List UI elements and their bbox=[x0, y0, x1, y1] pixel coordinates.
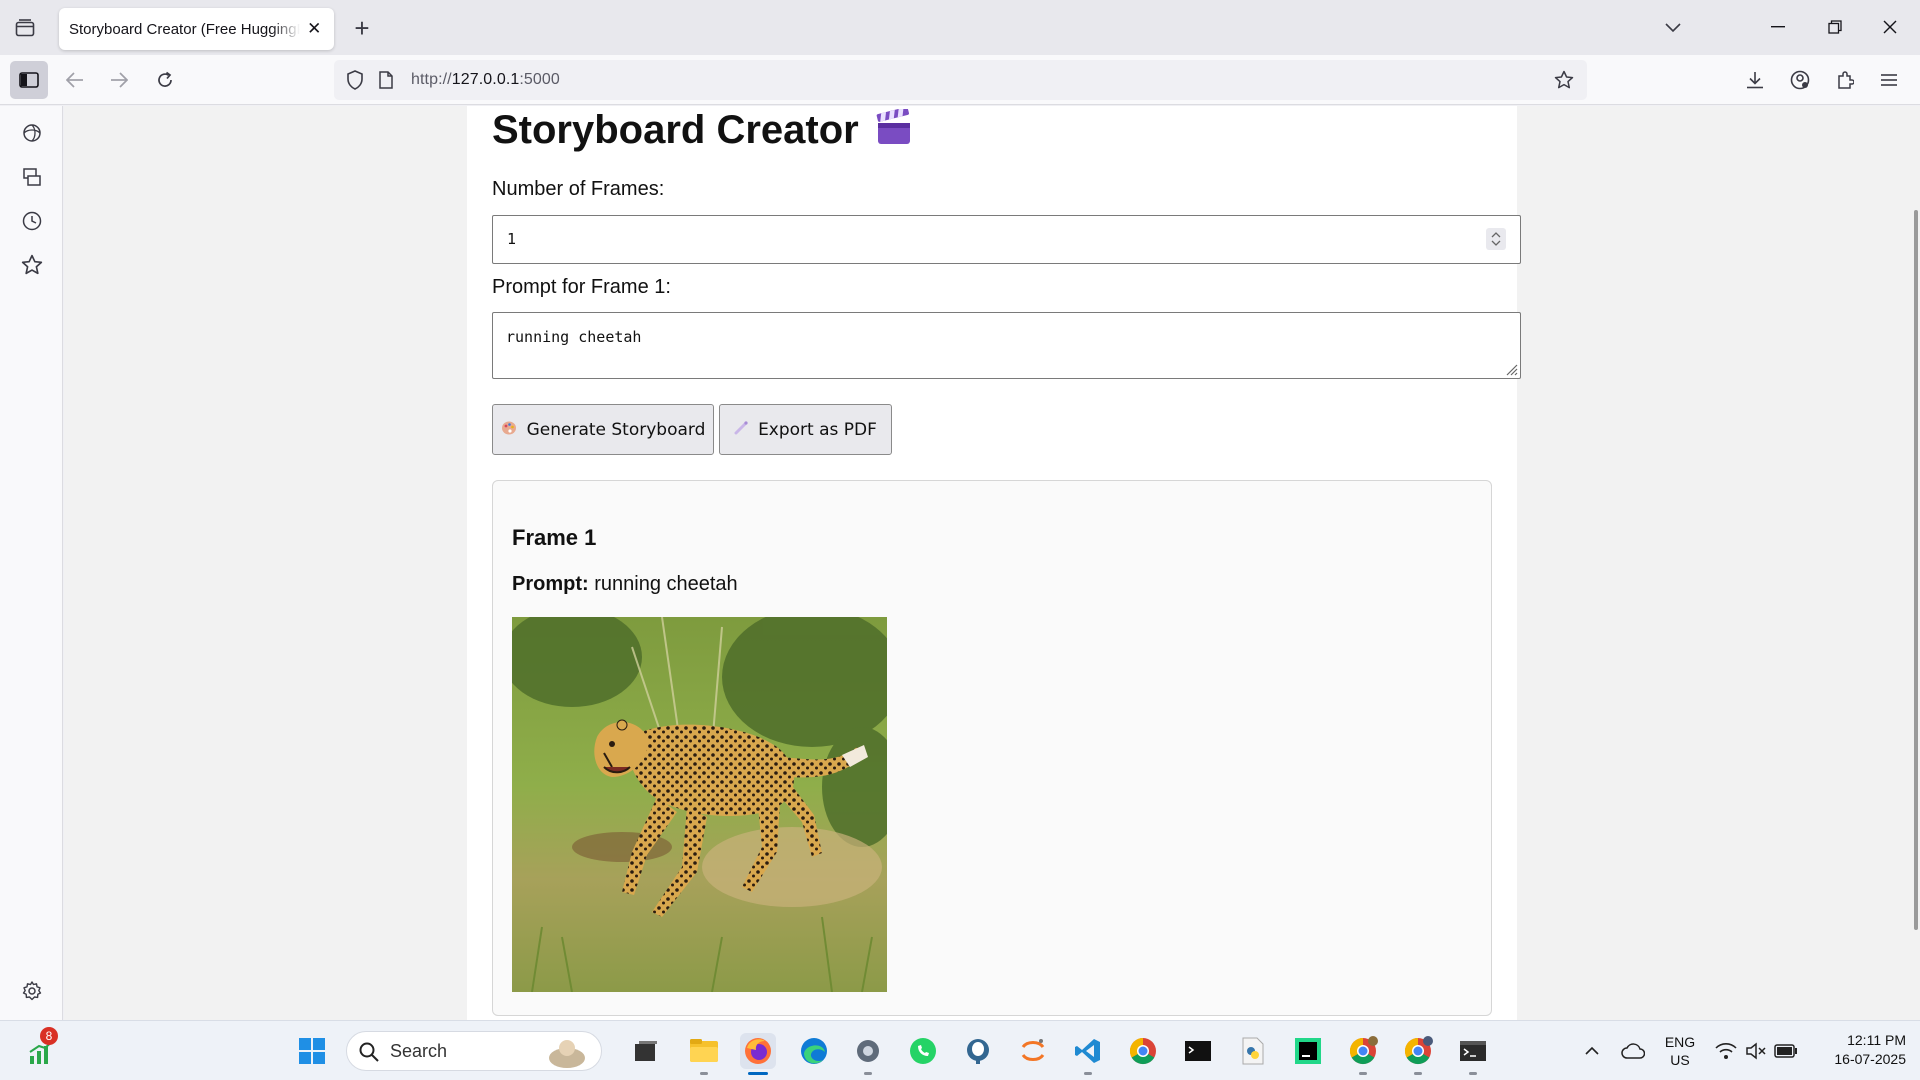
frames-count-input[interactable]: 1 bbox=[492, 215, 1521, 264]
firefox-view-icon[interactable] bbox=[10, 15, 40, 41]
notification-badge: 8 bbox=[40, 1027, 58, 1045]
prompt-label: Prompt for Frame 1: bbox=[492, 276, 671, 298]
clock-time: 12:11 PM bbox=[1847, 1032, 1906, 1048]
url-port: :5000 bbox=[519, 71, 560, 88]
forward-arrow-icon[interactable] bbox=[100, 61, 138, 99]
tray-overflow-chevron-icon[interactable] bbox=[1574, 1033, 1610, 1069]
pycharm-icon[interactable] bbox=[1290, 1033, 1326, 1069]
generate-storyboard-label: Generate Storyboard bbox=[526, 419, 706, 440]
battery-charging-icon[interactable] bbox=[1768, 1033, 1804, 1069]
frame-image bbox=[512, 617, 887, 992]
page-scrollbar[interactable] bbox=[1914, 210, 1918, 930]
python-file-icon[interactable] bbox=[1235, 1033, 1271, 1069]
frames-count-value: 1 bbox=[507, 230, 517, 248]
clock-date: 16-07-2025 bbox=[1834, 1051, 1906, 1067]
file-explorer-icon[interactable] bbox=[686, 1033, 722, 1075]
tab-close-icon[interactable]: ✕ bbox=[304, 19, 324, 39]
command-prompt-running-indicator bbox=[1469, 1072, 1477, 1075]
downloads-icon[interactable] bbox=[1736, 61, 1774, 99]
close-window-icon[interactable] bbox=[1870, 12, 1910, 42]
export-icon bbox=[734, 420, 748, 439]
address-bar[interactable]: http://127.0.0.1:5000 bbox=[334, 60, 1587, 100]
export-pdf-button[interactable]: Export as PDF bbox=[719, 404, 892, 455]
vscode-running-indicator bbox=[1084, 1072, 1092, 1075]
task-view-icon[interactable] bbox=[628, 1033, 664, 1069]
jupyter-icon[interactable] bbox=[1015, 1033, 1051, 1069]
taskbar-search[interactable]: Search bbox=[346, 1031, 602, 1071]
reload-icon[interactable] bbox=[146, 61, 184, 99]
settings-running-indicator bbox=[864, 1072, 872, 1075]
page-viewport: Storyboard Creator Number of Frames: 1 P… bbox=[64, 106, 1920, 1020]
browser-sidebar bbox=[0, 106, 63, 1020]
palette-icon bbox=[501, 420, 517, 440]
windows-taskbar: 8 Search ENG US 12:11 PM 16-07-2025 bbox=[0, 1020, 1920, 1080]
frame-title: Frame 1 bbox=[512, 525, 597, 550]
frame-prompt-label: Prompt: bbox=[512, 573, 589, 595]
prompt-textarea-value: running cheetah bbox=[506, 328, 642, 346]
sidebar-toggle-icon[interactable] bbox=[10, 61, 48, 99]
edge-icon[interactable] bbox=[796, 1033, 832, 1069]
vscode-icon[interactable] bbox=[1070, 1033, 1106, 1075]
url-scheme: http:// bbox=[411, 71, 452, 88]
chrome-profile-2-icon[interactable] bbox=[1400, 1033, 1436, 1075]
settings-gear-icon[interactable] bbox=[19, 978, 45, 1004]
chrome-profile-1-icon[interactable] bbox=[1345, 1033, 1381, 1075]
page-icon[interactable] bbox=[375, 69, 397, 91]
frame-prompt: Prompt: running cheetah bbox=[512, 573, 738, 596]
active-tab[interactable]: Storyboard Creator (Free HuggingFace ✕ bbox=[59, 8, 334, 50]
frame-card: Frame 1 Prompt: running cheetah bbox=[492, 480, 1492, 1016]
page-title: Storyboard Creator bbox=[492, 106, 913, 158]
chrome-icon[interactable] bbox=[1125, 1033, 1161, 1069]
language-region: US bbox=[1670, 1052, 1690, 1068]
url-host: 127.0.0.1 bbox=[451, 71, 520, 88]
file-explorer-running-indicator bbox=[700, 1072, 708, 1075]
frame-prompt-text: running cheetah bbox=[594, 573, 738, 595]
history-clock-icon[interactable] bbox=[19, 208, 45, 234]
export-pdf-label: Export as PDF bbox=[758, 419, 877, 440]
terminal-icon[interactable] bbox=[1180, 1033, 1216, 1069]
chrome-profile-2-running-indicator bbox=[1414, 1072, 1422, 1075]
minimize-icon[interactable] bbox=[1758, 12, 1798, 42]
start-windows-icon[interactable] bbox=[294, 1033, 330, 1069]
number-spinner[interactable] bbox=[1486, 228, 1506, 250]
new-tab-button[interactable]: + bbox=[349, 13, 375, 43]
resize-grip-icon[interactable] bbox=[1504, 362, 1518, 376]
postgresql-icon[interactable] bbox=[960, 1033, 996, 1069]
restore-icon[interactable] bbox=[1815, 12, 1855, 42]
command-prompt-icon[interactable] bbox=[1455, 1033, 1491, 1075]
tab-strip: Storyboard Creator (Free HuggingFace ✕ + bbox=[0, 0, 1920, 55]
stock-widget-icon[interactable]: 8 bbox=[24, 1027, 60, 1069]
url-text: http://127.0.0.1:5000 bbox=[411, 71, 560, 89]
list-all-tabs-chevron-icon[interactable] bbox=[1660, 15, 1686, 41]
ai-chatbot-icon[interactable] bbox=[19, 120, 45, 146]
search-highlight-icon bbox=[549, 1040, 585, 1068]
frames-count-label: Number of Frames: bbox=[492, 178, 665, 200]
page-title-text: Storyboard Creator bbox=[492, 108, 859, 152]
settings-app-icon[interactable] bbox=[850, 1033, 886, 1075]
shield-icon[interactable] bbox=[344, 69, 366, 91]
bookmark-star-icon[interactable] bbox=[1553, 69, 1575, 91]
search-icon bbox=[359, 1042, 379, 1062]
account-icon[interactable] bbox=[1781, 61, 1819, 99]
generate-storyboard-button[interactable]: Generate Storyboard bbox=[492, 404, 714, 455]
onedrive-cloud-icon[interactable] bbox=[1615, 1033, 1651, 1069]
clapperboard-icon bbox=[875, 107, 913, 158]
back-arrow-icon[interactable] bbox=[56, 61, 94, 99]
bookmarks-star-icon[interactable] bbox=[19, 252, 45, 278]
tab-title: Storyboard Creator (Free HuggingFace bbox=[69, 20, 300, 38]
firefox-active-indicator bbox=[748, 1072, 768, 1075]
language-code: ENG bbox=[1664, 1034, 1696, 1050]
navigation-toolbar: http://127.0.0.1:5000 bbox=[0, 55, 1920, 105]
firefox-icon[interactable] bbox=[740, 1033, 776, 1075]
language-indicator[interactable]: ENG US bbox=[1660, 1033, 1700, 1069]
extensions-icon[interactable] bbox=[1826, 61, 1864, 99]
app-container: Storyboard Creator Number of Frames: 1 P… bbox=[467, 106, 1521, 1020]
chrome-profile-1-running-indicator bbox=[1359, 1072, 1367, 1075]
taskbar-search-placeholder: Search bbox=[390, 1040, 448, 1061]
synced-tabs-icon[interactable] bbox=[19, 164, 45, 190]
prompt-textarea[interactable]: running cheetah bbox=[492, 312, 1521, 379]
whatsapp-icon[interactable] bbox=[905, 1033, 941, 1069]
system-clock[interactable]: 12:11 PM 16-07-2025 bbox=[1806, 1031, 1906, 1069]
menu-icon[interactable] bbox=[1870, 61, 1908, 99]
